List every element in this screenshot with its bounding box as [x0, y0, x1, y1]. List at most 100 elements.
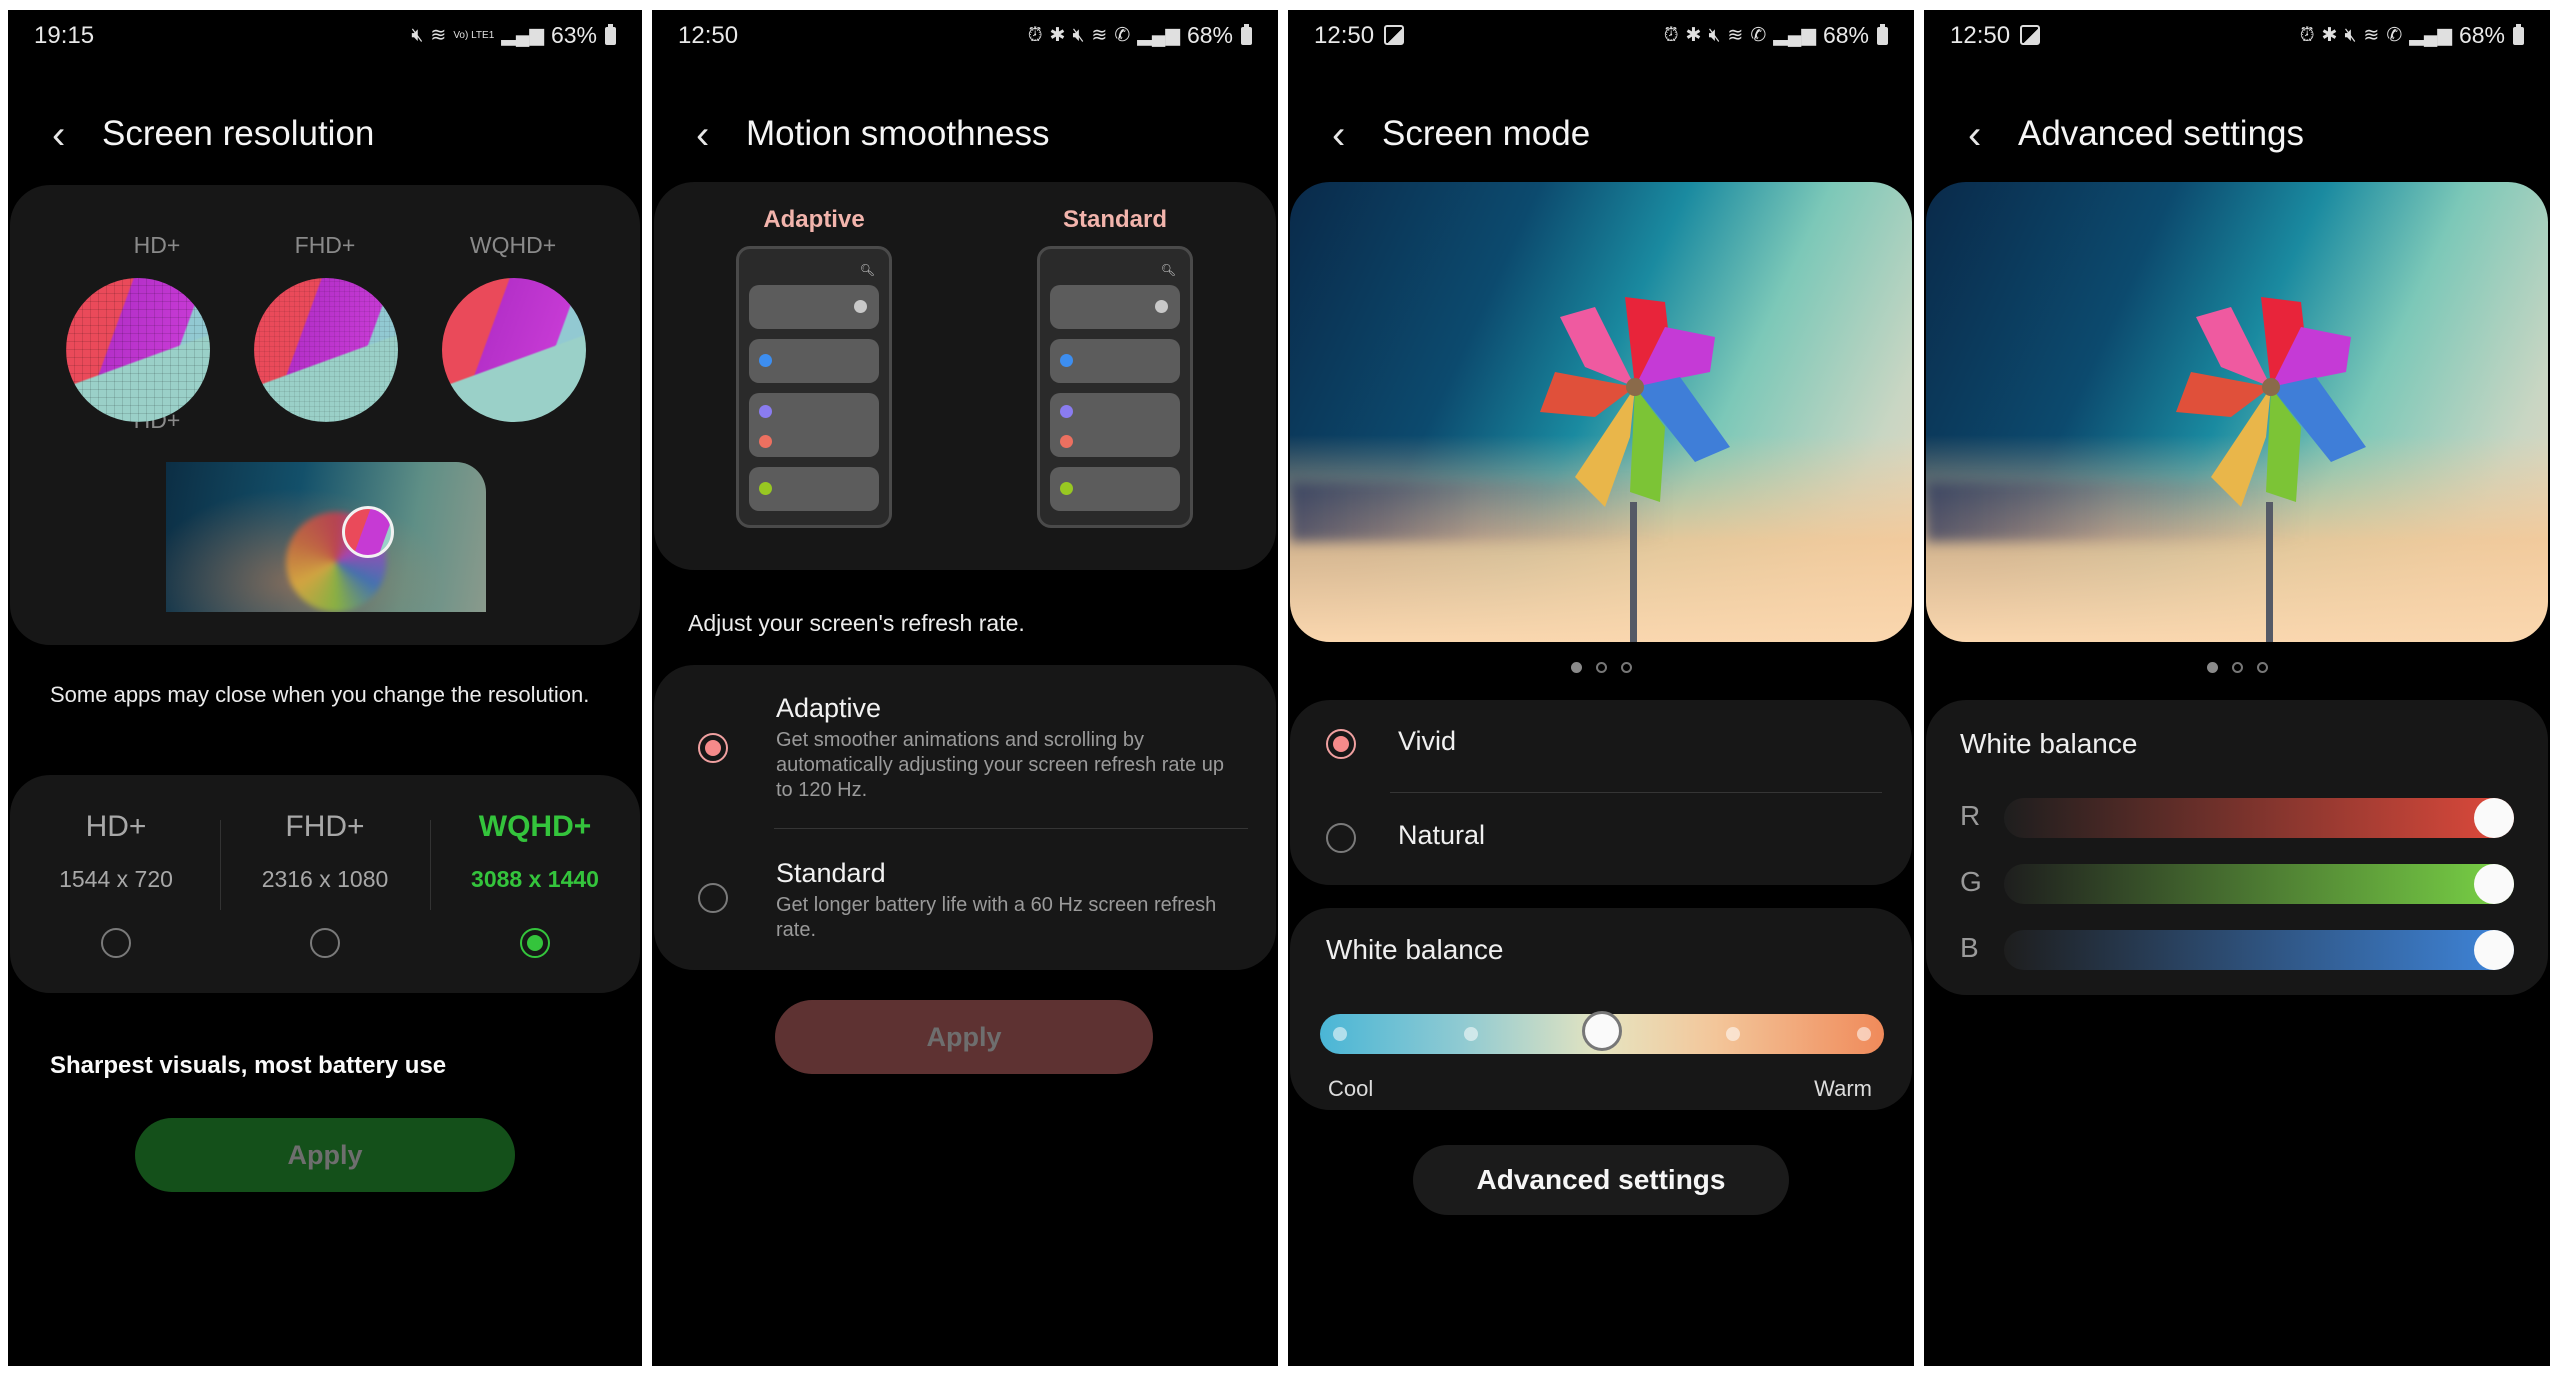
radio-natural[interactable]	[1326, 823, 1356, 853]
option-fhd[interactable]: FHD+ 2316 x 1080	[225, 810, 425, 893]
channel-label-g: G	[1960, 866, 1982, 897]
pager-dot-active[interactable]	[2206, 662, 2218, 673]
pager-dot[interactable]	[2256, 662, 2268, 673]
status-icons: 🔇︎ ≋ Vo) LTE1 ▂▄▆ 63%	[411, 22, 616, 49]
radio-adaptive[interactable]	[698, 733, 728, 763]
radio-fhd[interactable]	[310, 928, 340, 958]
screen-resolution-screen: 19:15 🔇︎ ≋ Vo) LTE1 ▂▄▆ 63% ‹ Screen res…	[8, 10, 642, 1366]
radio-hd[interactable]	[101, 928, 131, 958]
option-hd-dimensions: 1544 x 720	[59, 866, 173, 892]
channel-label-r: R	[1960, 800, 1981, 831]
white-balance-step[interactable]	[1464, 1027, 1478, 1041]
standard-phone-mockup: 🔍︎	[1037, 246, 1193, 528]
motion-smoothness-screen: 12:50 ⏰︎ ✱ 🔇︎ ≋ ✆ ▂▄▆ 68% ‹ Motion smoot…	[652, 10, 1278, 1366]
dot	[1060, 405, 1073, 418]
bluetooth-icon: ✱	[1049, 25, 1066, 46]
radio-wqhd[interactable]	[520, 928, 550, 958]
option-standard-title: Standard	[776, 858, 886, 888]
pinwheel-image	[2176, 297, 2366, 507]
wifi-calling-icon: ✆	[1750, 25, 1767, 46]
pager-dot[interactable]	[1595, 662, 1607, 673]
option-hd-name: HD+	[85, 810, 147, 843]
fhd-zoom-preview	[254, 278, 398, 422]
preview-image-carousel[interactable]	[1290, 182, 1912, 642]
apply-button[interactable]: Apply	[135, 1118, 515, 1192]
page-title: Screen mode	[1382, 114, 1591, 153]
advanced-settings-screen: 12:50 ⏰︎ ✱ 🔇︎ ≋ ✆ ▂▄▆ 68% ‹ Advanced set…	[1924, 10, 2550, 1366]
pager-dot[interactable]	[1620, 662, 1632, 673]
mockup-row	[1050, 393, 1180, 457]
page-title: Screen resolution	[102, 114, 375, 153]
radio-standard[interactable]	[698, 883, 728, 913]
mockup-row	[749, 393, 879, 457]
mode-vivid-label: Vivid	[1398, 726, 1457, 756]
dot	[759, 435, 772, 448]
mute-icon: 🔇︎	[2344, 24, 2357, 46]
carousel-pager	[1288, 662, 1914, 673]
pager-dot[interactable]	[2231, 662, 2243, 673]
apply-button[interactable]: Apply	[775, 1000, 1153, 1074]
preview-image-carousel[interactable]	[1926, 182, 2548, 642]
resolution-caption: Sharpest visuals, most battery use	[50, 1052, 447, 1079]
magnifier-lens	[342, 506, 394, 558]
alarm-icon: ⏰︎	[1663, 24, 1679, 46]
white-balance-thumb[interactable]	[1582, 1011, 1622, 1051]
white-balance-step[interactable]	[1333, 1027, 1347, 1041]
channel-thumb-b[interactable]	[2474, 930, 2514, 970]
mute-icon: 🔇︎	[411, 24, 424, 46]
divider	[220, 820, 221, 910]
page-title: Advanced settings	[2018, 114, 2305, 153]
dot	[759, 405, 772, 418]
refresh-rate-subtitle: Adjust your screen's refresh rate.	[688, 610, 1025, 636]
white-balance-step[interactable]	[1857, 1027, 1871, 1041]
radio-vivid[interactable]	[1326, 729, 1356, 759]
preview-label-wqhd: WQHD+	[469, 232, 557, 258]
channel-slider-b[interactable]	[2004, 930, 2514, 970]
signal-icon: ▂▄▆	[501, 25, 544, 46]
alarm-icon: ⏰︎	[1027, 24, 1043, 46]
dot	[1060, 435, 1073, 448]
status-icons: ⏰︎ ✱ 🔇︎ ≋ ✆ ▂▄▆ 68%	[1028, 22, 1252, 49]
signal-icon: ▂▄▆	[1773, 25, 1816, 46]
preview-label-fhd: FHD+	[294, 232, 356, 258]
option-wqhd[interactable]: WQHD+ 3088 x 1440	[435, 810, 635, 893]
toggle-dot	[854, 300, 867, 313]
wqhd-zoom-preview	[442, 278, 586, 422]
screen-mode-screen: 12:50 ⏰︎ ✱ 🔇︎ ≋ ✆ ▂▄▆ 68% ‹ Screen mode	[1288, 10, 1914, 1366]
full-preview-image	[166, 462, 486, 612]
channel-thumb-r[interactable]	[2474, 798, 2514, 838]
bluetooth-icon: ✱	[2321, 25, 2338, 46]
status-icons: ⏰︎ ✱ 🔇︎ ≋ ✆ ▂▄▆ 68%	[2300, 22, 2524, 49]
wifi-icon: ≋	[2363, 25, 2380, 46]
channel-slider-r[interactable]	[2004, 798, 2514, 838]
chevron-left-icon[interactable]: ‹	[52, 112, 88, 158]
option-hd[interactable]: HD+ 1544 x 720	[16, 810, 216, 893]
dot	[1060, 354, 1073, 367]
option-fhd-dimensions: 2316 x 1080	[261, 866, 389, 892]
battery-icon	[2513, 23, 2524, 45]
search-icon: 🔍︎	[859, 263, 875, 277]
chevron-left-icon[interactable]: ‹	[1332, 112, 1368, 158]
preview-label-adaptive: Adaptive	[763, 206, 865, 233]
pager-dot-active[interactable]	[1570, 662, 1582, 673]
chevron-left-icon[interactable]: ‹	[1968, 112, 2004, 158]
white-balance-slider[interactable]	[1320, 1011, 1884, 1054]
chevron-left-icon[interactable]: ‹	[696, 112, 732, 158]
channel-thumb-g[interactable]	[2474, 864, 2514, 904]
option-wqhd-name: WQHD+	[478, 810, 592, 843]
wifi-calling-icon: ✆	[2386, 25, 2403, 46]
divider	[1390, 792, 1882, 793]
channel-label-b: B	[1960, 932, 1979, 963]
mute-icon: 🔇︎	[1072, 24, 1085, 46]
white-balance-step[interactable]	[1726, 1027, 1740, 1041]
wifi-icon: ≋	[1091, 25, 1108, 46]
channel-slider-g[interactable]	[2004, 864, 2514, 904]
advanced-settings-button[interactable]: Advanced settings	[1413, 1145, 1789, 1215]
status-time: 12:50	[1950, 22, 2041, 50]
volte-lte-icon: Vo) LTE1	[453, 29, 495, 41]
battery-percent: 63%	[550, 22, 597, 48]
alarm-icon: ⏰︎	[2299, 24, 2315, 46]
toggle-dot	[1155, 300, 1168, 313]
option-adaptive-description: Get smoother animations and scrolling by…	[776, 729, 1225, 801]
divider	[774, 828, 1248, 829]
